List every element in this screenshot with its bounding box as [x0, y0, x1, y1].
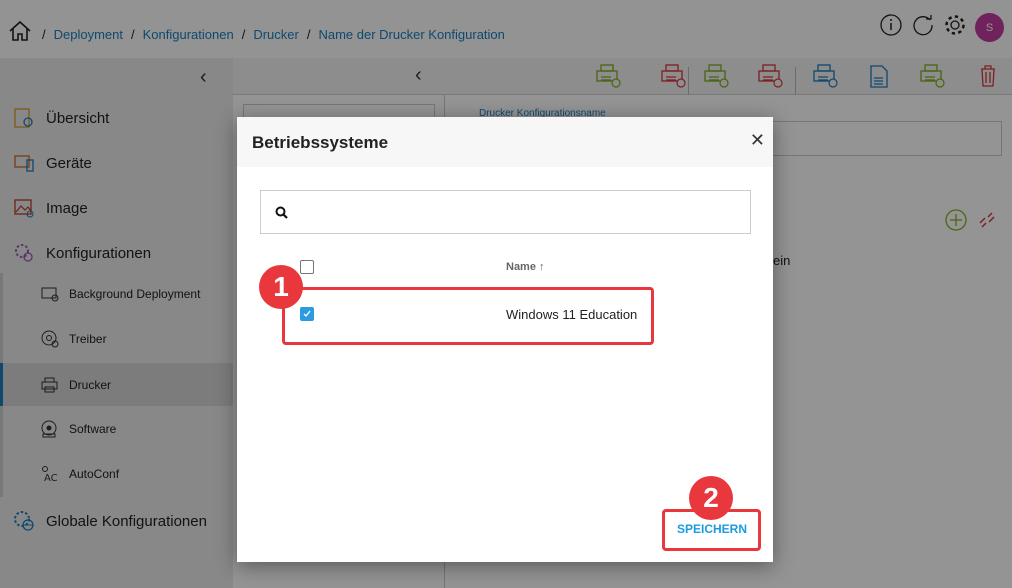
select-all-checkbox[interactable]	[300, 260, 314, 274]
search-icon	[275, 206, 288, 219]
search-input[interactable]	[299, 199, 739, 225]
highlight-row	[282, 287, 654, 345]
step-badge-1: 1	[259, 265, 303, 309]
close-icon[interactable]: ✕	[750, 130, 765, 151]
sort-ascending-icon: ↑	[539, 261, 545, 273]
step-badge-2: 2	[689, 476, 733, 520]
modal-title: Betriebssysteme	[252, 133, 389, 152]
column-header-name[interactable]: Name ↑	[506, 261, 545, 273]
search-field[interactable]	[260, 190, 751, 234]
